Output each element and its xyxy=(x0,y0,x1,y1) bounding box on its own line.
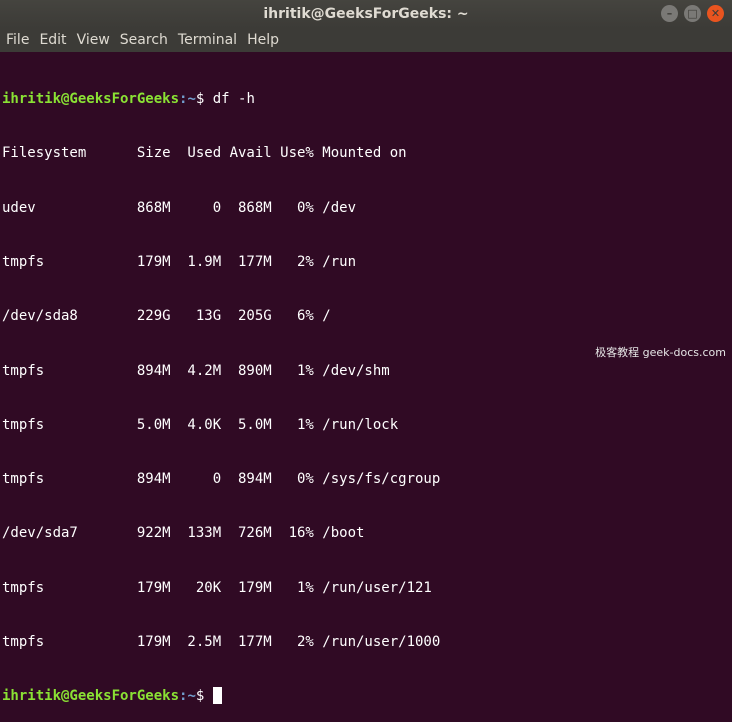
menu-file[interactable]: File xyxy=(0,32,34,48)
menu-bar: File Edit View Search Terminal Help xyxy=(0,28,732,52)
command-line: ihritik@GeeksForGeeks:~$ df -h xyxy=(2,90,732,108)
output-row: /dev/sda8 229G 13G 205G 6% / xyxy=(2,308,331,325)
prompt-user: ihritik@GeeksForGeeks xyxy=(2,91,180,108)
watermark: 极客教程 geek-docs.com xyxy=(595,346,726,359)
prompt-user: ihritik@GeeksForGeeks xyxy=(2,688,180,705)
window-controls: – □ ✕ xyxy=(661,5,724,22)
output-row: tmpfs 5.0M 4.0K 5.0M 1% /run/lock xyxy=(2,416,399,433)
close-button[interactable]: ✕ xyxy=(707,5,724,22)
menu-help[interactable]: Help xyxy=(242,32,284,48)
title-bar[interactable]: ihritik@GeeksForGeeks: ~ – □ ✕ xyxy=(0,0,732,28)
maximize-icon: □ xyxy=(687,7,698,20)
close-icon: ✕ xyxy=(710,7,721,20)
command-text: df -h xyxy=(212,91,255,108)
prompt-suffix: $ xyxy=(195,688,213,705)
output-row: tmpfs 179M 1.9M 177M 2% /run xyxy=(2,254,357,271)
menu-edit[interactable]: Edit xyxy=(34,32,71,48)
active-prompt-line: ihritik@GeeksForGeeks:~$ xyxy=(2,687,732,705)
menu-view[interactable]: View xyxy=(72,32,115,48)
output-row: tmpfs 179M 20K 179M 1% /run/user/121 xyxy=(2,579,432,596)
output-row: tmpfs 894M 4.2M 890M 1% /dev/shm xyxy=(2,362,390,379)
maximize-button[interactable]: □ xyxy=(684,5,701,22)
output-row: tmpfs 179M 2.5M 177M 2% /run/user/1000 xyxy=(2,634,441,650)
prompt-path: :~ xyxy=(179,688,196,705)
prompt-suffix: $ xyxy=(195,91,213,108)
window-title: ihritik@GeeksForGeeks: ~ xyxy=(263,6,469,22)
output-header: Filesystem Size Used Avail Use% Mounted … xyxy=(2,145,407,162)
prompt-path: :~ xyxy=(179,91,196,108)
output-row: tmpfs 894M 0 894M 0% /sys/fs/cgroup xyxy=(2,471,441,488)
output-row: /dev/sda7 922M 133M 726M 16% /boot xyxy=(2,525,365,542)
minimize-button[interactable]: – xyxy=(661,5,678,22)
menu-terminal[interactable]: Terminal xyxy=(173,32,242,48)
text-cursor xyxy=(212,687,222,705)
minimize-icon: – xyxy=(666,7,673,20)
output-row: udev 868M 0 868M 0% /dev xyxy=(2,199,357,216)
menu-search[interactable]: Search xyxy=(115,32,173,48)
terminal-output[interactable]: ihritik@GeeksForGeeks:~$ df -h Filesyste… xyxy=(0,52,732,705)
